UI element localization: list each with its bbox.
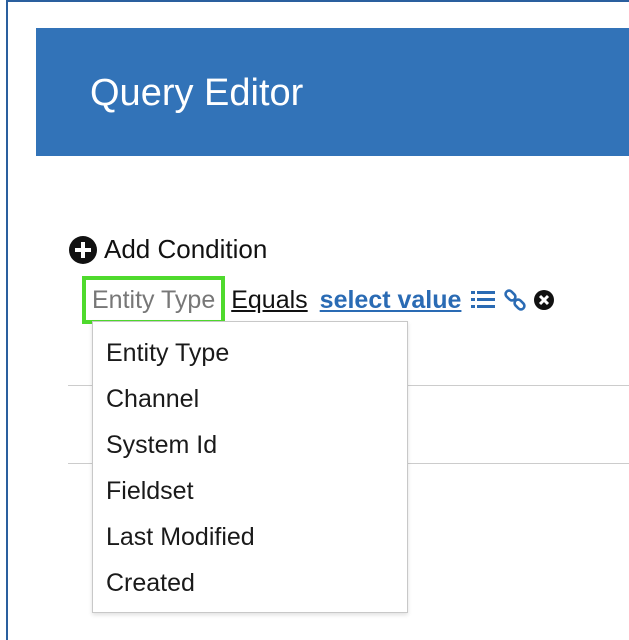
dropdown-item-fieldset[interactable]: Fieldset [93,468,407,514]
dropdown-item-created[interactable]: Created [93,560,407,606]
field-dropdown: Entity Type Channel System Id Fieldset L… [92,321,408,613]
field-select[interactable]: Entity Type [82,276,226,324]
query-editor-header: Query Editor [36,28,629,156]
page-title: Query Editor [90,72,304,114]
select-value-link[interactable]: select value [320,286,462,315]
list-icon[interactable] [471,289,497,311]
link-icon[interactable] [503,288,527,312]
dropdown-item-channel[interactable]: Channel [93,376,407,422]
dropdown-item-last-modified[interactable]: Last Modified [93,514,407,560]
field-select-value: Entity Type [92,285,216,314]
add-condition-button[interactable]: Add Condition [68,234,267,265]
plus-circle-icon [69,235,97,264]
operator-link[interactable]: Equals [231,286,307,315]
dropdown-item-entity-type[interactable]: Entity Type [93,330,407,376]
dropdown-item-system-id[interactable]: System Id [93,422,407,468]
condition-row: Entity Type Equals select value [82,276,555,324]
remove-circle-icon[interactable] [533,289,555,311]
add-condition-label: Add Condition [104,234,268,264]
